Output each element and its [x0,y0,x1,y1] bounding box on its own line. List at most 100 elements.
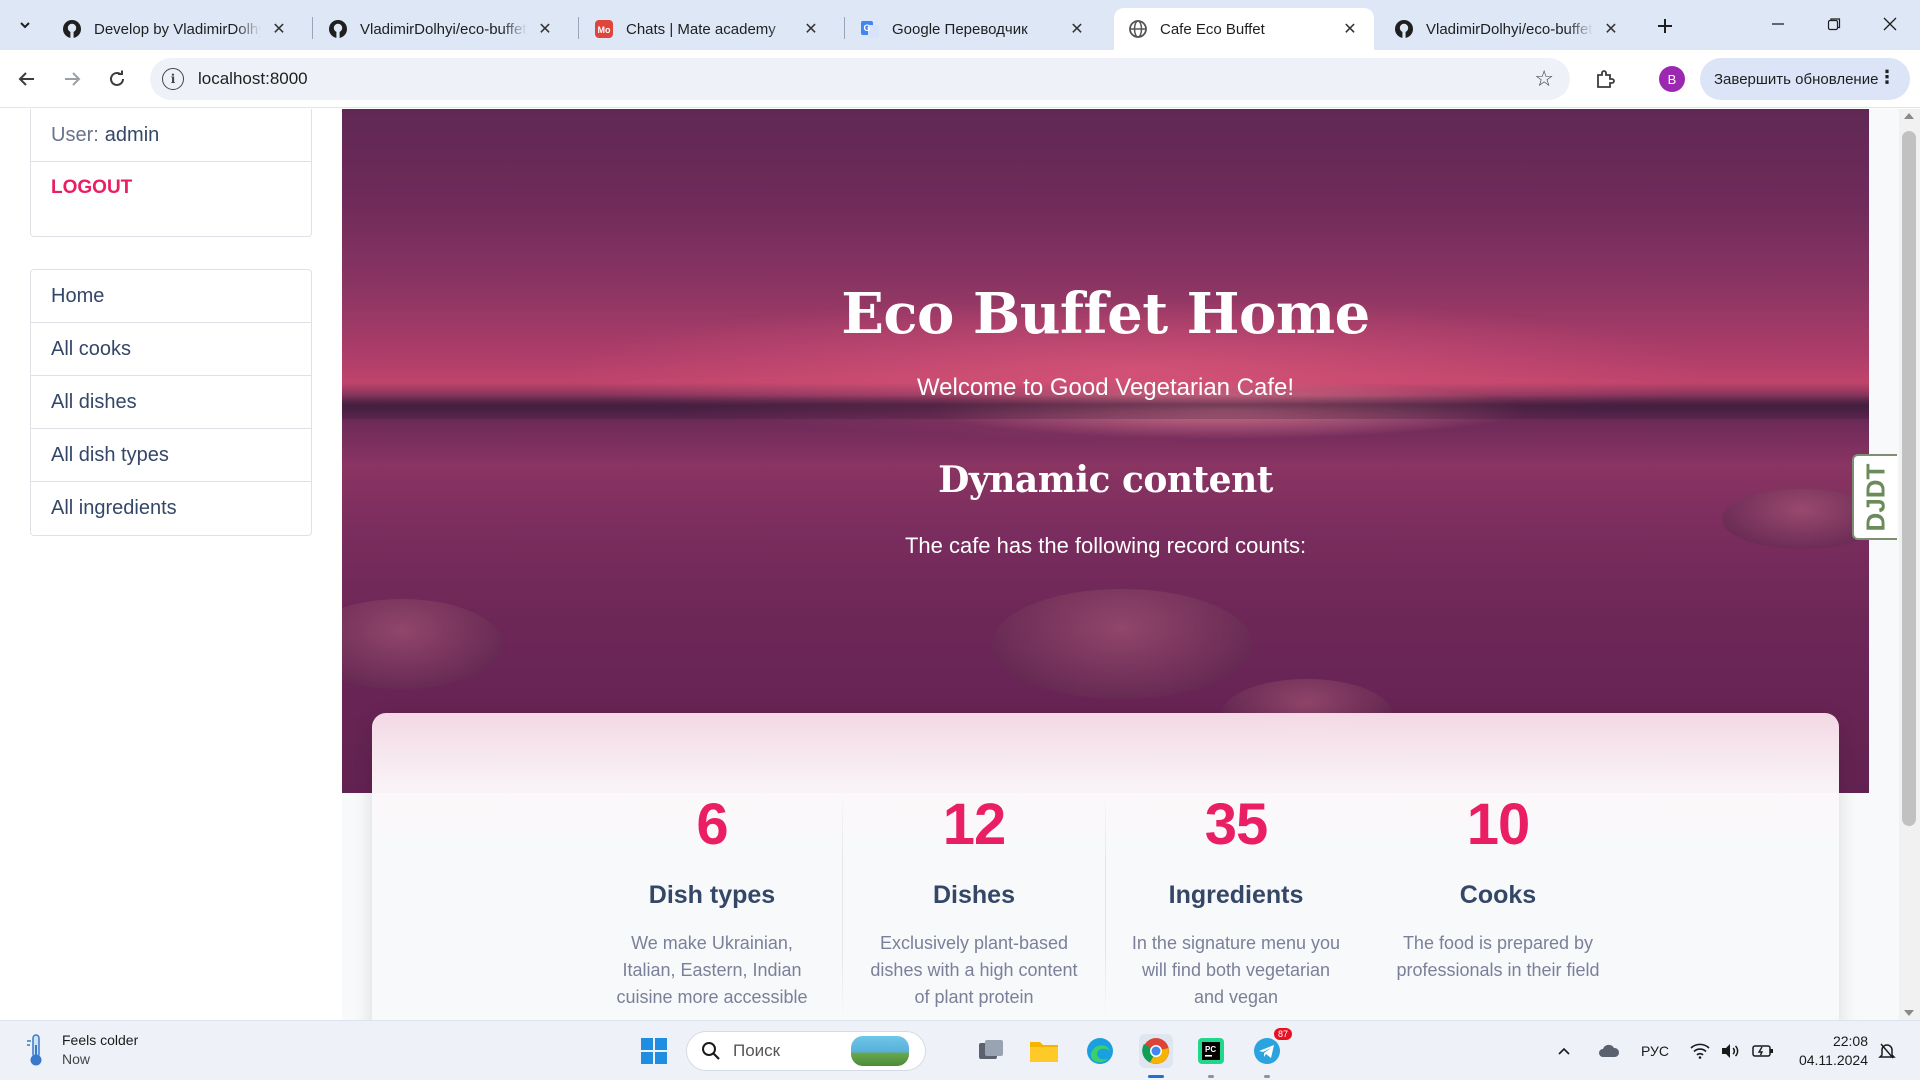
extensions-button[interactable] [1590,64,1620,94]
mate-academy-icon: Mo [594,19,614,39]
windows-logo-icon [641,1038,667,1064]
browser-tab[interactable]: Mo Chats | Mate academy ✕ [580,8,835,50]
puzzle-icon [1597,70,1615,88]
arrow-right-icon [65,72,81,86]
folder-icon [1030,1042,1058,1062]
running-indicator-active [1148,1075,1164,1078]
volume-icon[interactable] [1720,1021,1740,1080]
github-icon [328,19,348,39]
site-info-icon[interactable]: i [162,68,184,90]
taskbar: Feels colder Now Поиск PC 87 РУС 22:08 0… [0,1020,1920,1080]
sidebar-item-all-ingredients[interactable]: All ingredients [31,482,311,535]
browser-tab[interactable]: Develop by VladimirDolhyi ✕ [48,8,303,50]
stat-title: Dish types [648,881,776,909]
reload-button[interactable] [102,64,132,94]
clock-time: 22:08 [1832,1033,1868,1049]
thermometer-icon [24,1032,48,1068]
github-icon [62,19,82,39]
onedrive-icon[interactable] [1598,1021,1620,1080]
new-tab-button[interactable] [1651,12,1679,40]
search-placeholder: Поиск [733,1041,781,1060]
browser-tab[interactable]: G Google Переводчик ✕ [846,8,1101,50]
stat-title: Ingredients [1168,881,1304,909]
django-debug-toolbar-handle[interactable]: DJDT [1852,454,1897,540]
browser-tab-strip: Develop by VladimirDolhyi ✕ VladimirDolh… [0,0,1920,50]
update-label: Завершить обновление [1714,70,1879,88]
tray-overflow-button[interactable] [1556,1021,1572,1080]
close-icon[interactable]: ✕ [1067,19,1087,39]
language-indicator[interactable]: РУС [1641,1021,1669,1080]
file-explorer-button[interactable] [1027,1034,1061,1068]
sidebar-item-all-cooks[interactable]: All cooks [31,323,311,376]
browser-tab-active[interactable]: Cafe Eco Buffet ✕ [1114,8,1374,50]
tab-separator [578,17,579,39]
tab-title: Develop by VladimirDolhyi [94,20,261,38]
dynamic-content-heading: Dynamic content [938,459,1273,501]
record-counts-intro: The cafe has the following record counts… [904,533,1307,558]
start-button[interactable] [637,1034,671,1068]
close-icon[interactable]: ✕ [1601,19,1621,39]
scroll-down-arrow-icon[interactable] [1904,1010,1914,1016]
weather-subtitle: Now [62,1051,91,1067]
battery-icon[interactable] [1752,1021,1774,1080]
github-icon [1394,19,1414,39]
browser-tab[interactable]: VladimirDolhyi/eco-buffet ✕ [1380,8,1635,50]
close-window-button[interactable] [1862,0,1918,48]
taskbar-search[interactable]: Поиск [686,1031,926,1071]
user-card: User: admin LOGOUT [30,109,312,237]
bookmark-star-icon[interactable]: ☆ [1534,66,1554,92]
username: admin [104,123,160,146]
address-bar[interactable]: i localhost:8000 ☆ [150,58,1570,100]
edge-icon [1087,1038,1113,1064]
chrome-button[interactable] [1139,1034,1173,1068]
back-button[interactable] [12,64,42,94]
task-view-button[interactable] [974,1034,1008,1068]
svg-text:G: G [863,23,870,33]
chevron-up-icon [1558,1047,1570,1055]
sidebar [0,109,342,1020]
sidebar-item-all-dish-types[interactable]: All dish types [31,429,311,482]
system-clock[interactable]: 22:08 04.11.2024 [1792,1032,1868,1070]
tab-title: Google Переводчик [892,20,1028,38]
update-button[interactable]: Завершить обновление ⋮ [1700,58,1910,100]
minimize-button[interactable] [1750,0,1806,48]
browser-toolbar: i localhost:8000 ☆ B Завершить обновлени… [0,50,1920,108]
wifi-icon[interactable] [1690,1021,1710,1080]
chevron-down-icon [20,22,30,29]
close-icon[interactable]: ✕ [269,19,289,39]
tab-search-button[interactable] [10,10,40,40]
stat-description: The food is prepared by professionals in… [1396,933,1600,980]
search-highlight-image [851,1036,909,1066]
pycharm-button[interactable]: PC [1194,1034,1228,1068]
tab-separator [844,17,845,39]
restore-button[interactable] [1806,0,1862,48]
menu-kebab-icon[interactable]: ⋮ [1878,67,1896,88]
page-scrollbar[interactable] [1899,109,1920,1020]
tab-title: Chats | Mate academy [626,20,776,38]
page-title: Eco Buffet Home [841,281,1370,347]
close-icon[interactable]: ✕ [535,19,555,39]
close-icon[interactable]: ✕ [1340,19,1360,39]
logout-link[interactable]: LOGOUT [31,162,311,214]
edge-browser-button[interactable] [1083,1034,1117,1068]
pycharm-icon: PC [1198,1038,1224,1064]
stat-count: 35 [1204,792,1269,857]
url-text[interactable]: localhost:8000 [198,69,308,89]
forward-button[interactable] [57,64,87,94]
scroll-up-arrow-icon[interactable] [1904,113,1914,119]
profile-avatar[interactable]: B [1659,66,1685,92]
close-icon[interactable]: ✕ [801,19,821,39]
stat-count: 12 [942,792,1007,857]
sidebar-item-all-dishes[interactable]: All dishes [31,376,311,429]
scrollbar-thumb[interactable] [1902,131,1916,826]
weather-widget[interactable]: Feels colder Now [24,1031,138,1069]
notification-bell-icon[interactable] [1878,1021,1896,1080]
user-info: User: admin [31,109,311,162]
tab-title: VladimirDolhyi/eco-buffet [1426,20,1593,38]
telegram-icon [1254,1038,1280,1064]
telegram-button[interactable]: 87 [1250,1028,1292,1068]
globe-icon [1128,19,1148,39]
sidebar-item-home[interactable]: Home [31,270,311,323]
browser-tab[interactable]: VladimirDolhyi/eco-buffet ✕ [314,8,569,50]
running-indicator [1264,1075,1270,1078]
